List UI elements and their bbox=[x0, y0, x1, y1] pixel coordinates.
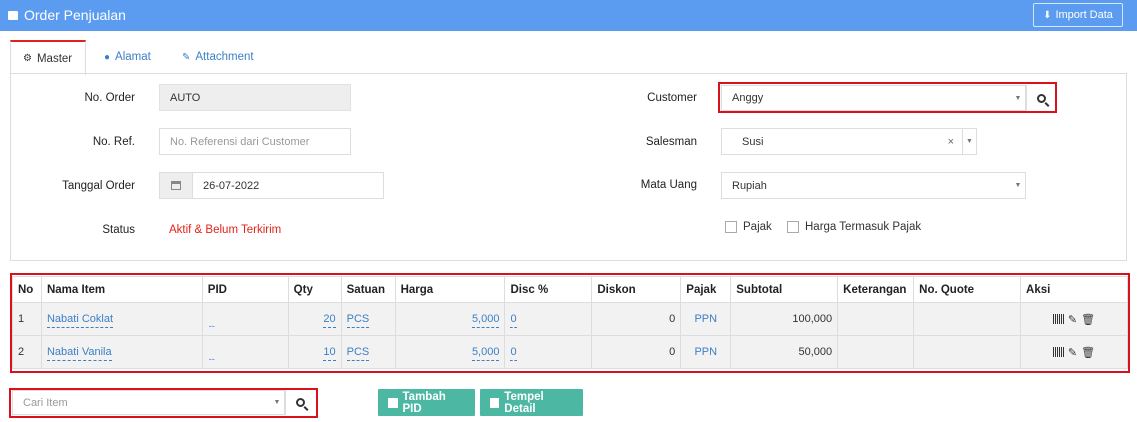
cari-item-highlight bbox=[9, 388, 318, 418]
page-header: Order Penjualan ⬇ Import Data bbox=[0, 0, 1137, 31]
tempel-detail-button[interactable]: Tempel Detail bbox=[480, 389, 583, 416]
pajak-checkbox-label: Pajak bbox=[743, 221, 772, 233]
window-icon bbox=[8, 10, 18, 20]
calendar-icon bbox=[171, 181, 181, 190]
tab-master[interactable]: ⚙ Master bbox=[10, 40, 86, 75]
calendar-addon[interactable] bbox=[159, 172, 193, 199]
no-order-label: No. Order bbox=[84, 92, 136, 104]
page-title-text: Order Penjualan bbox=[24, 7, 126, 23]
pajak-checkbox[interactable]: Pajak bbox=[725, 221, 772, 233]
paperclip-icon: ✎ bbox=[182, 51, 191, 63]
status-label: Status bbox=[102, 224, 135, 236]
customer-highlight bbox=[718, 82, 1057, 113]
checkbox-icon bbox=[787, 221, 799, 233]
import-data-label: Import Data bbox=[1055, 9, 1113, 21]
no-order-field: AUTO bbox=[159, 84, 351, 111]
mata-uang-select[interactable]: Rupiah ▼ bbox=[721, 172, 1026, 199]
tab-alamat[interactable]: ● Alamat bbox=[92, 40, 163, 74]
chevron-down-icon: ▼ bbox=[1014, 182, 1022, 189]
customer-label: Customer bbox=[647, 92, 697, 104]
mata-uang-value: Rupiah bbox=[732, 179, 767, 192]
map-marker-icon: ● bbox=[104, 51, 111, 63]
tab-attachment-label: Attachment bbox=[195, 51, 254, 63]
page-title: Order Penjualan bbox=[8, 7, 126, 23]
paste-icon bbox=[490, 397, 500, 408]
tambah-pid-button[interactable]: Tambah PID bbox=[378, 389, 475, 416]
tab-master-label: Master bbox=[36, 52, 73, 65]
salesman-select[interactable]: Susi × ▼ bbox=[721, 128, 977, 155]
harga-termasuk-pajak-label: Harga Termasuk Pajak bbox=[805, 221, 922, 233]
harga-termasuk-pajak-checkbox[interactable]: Harga Termasuk Pajak bbox=[787, 221, 921, 233]
salesman-value: Susi bbox=[742, 135, 764, 148]
tab-alamat-label: Alamat bbox=[115, 51, 151, 63]
clear-icon[interactable]: × bbox=[948, 136, 954, 148]
mata-uang-label: Mata Uang bbox=[640, 179, 697, 191]
tanggal-order-input[interactable]: 26-07-2022 bbox=[192, 172, 384, 199]
tab-bar: ⚙ Master ● Alamat ✎ Attachment bbox=[10, 40, 1127, 75]
download-icon: ⬇ bbox=[1043, 9, 1052, 21]
status-value: Aktif & Belum Terkirim bbox=[169, 224, 282, 236]
chevron-down-icon: ▼ bbox=[962, 129, 976, 154]
import-data-button[interactable]: ⬇ Import Data bbox=[1033, 3, 1123, 27]
cogs-icon: ⚙ bbox=[23, 53, 32, 64]
salesman-label: Salesman bbox=[645, 136, 697, 148]
tanggal-order-label: Tanggal Order bbox=[62, 180, 135, 192]
table-highlight bbox=[10, 273, 1130, 373]
tab-attachment[interactable]: ✎ Attachment bbox=[170, 40, 266, 74]
no-ref-input[interactable]: No. Referensi dari Customer bbox=[159, 128, 351, 155]
no-ref-label: No. Ref. bbox=[92, 136, 135, 148]
tambah-pid-label: Tambah PID bbox=[402, 390, 446, 415]
barcode-icon bbox=[388, 397, 398, 408]
tempel-detail-label: Tempel Detail bbox=[504, 390, 544, 415]
checkbox-icon bbox=[725, 221, 737, 233]
